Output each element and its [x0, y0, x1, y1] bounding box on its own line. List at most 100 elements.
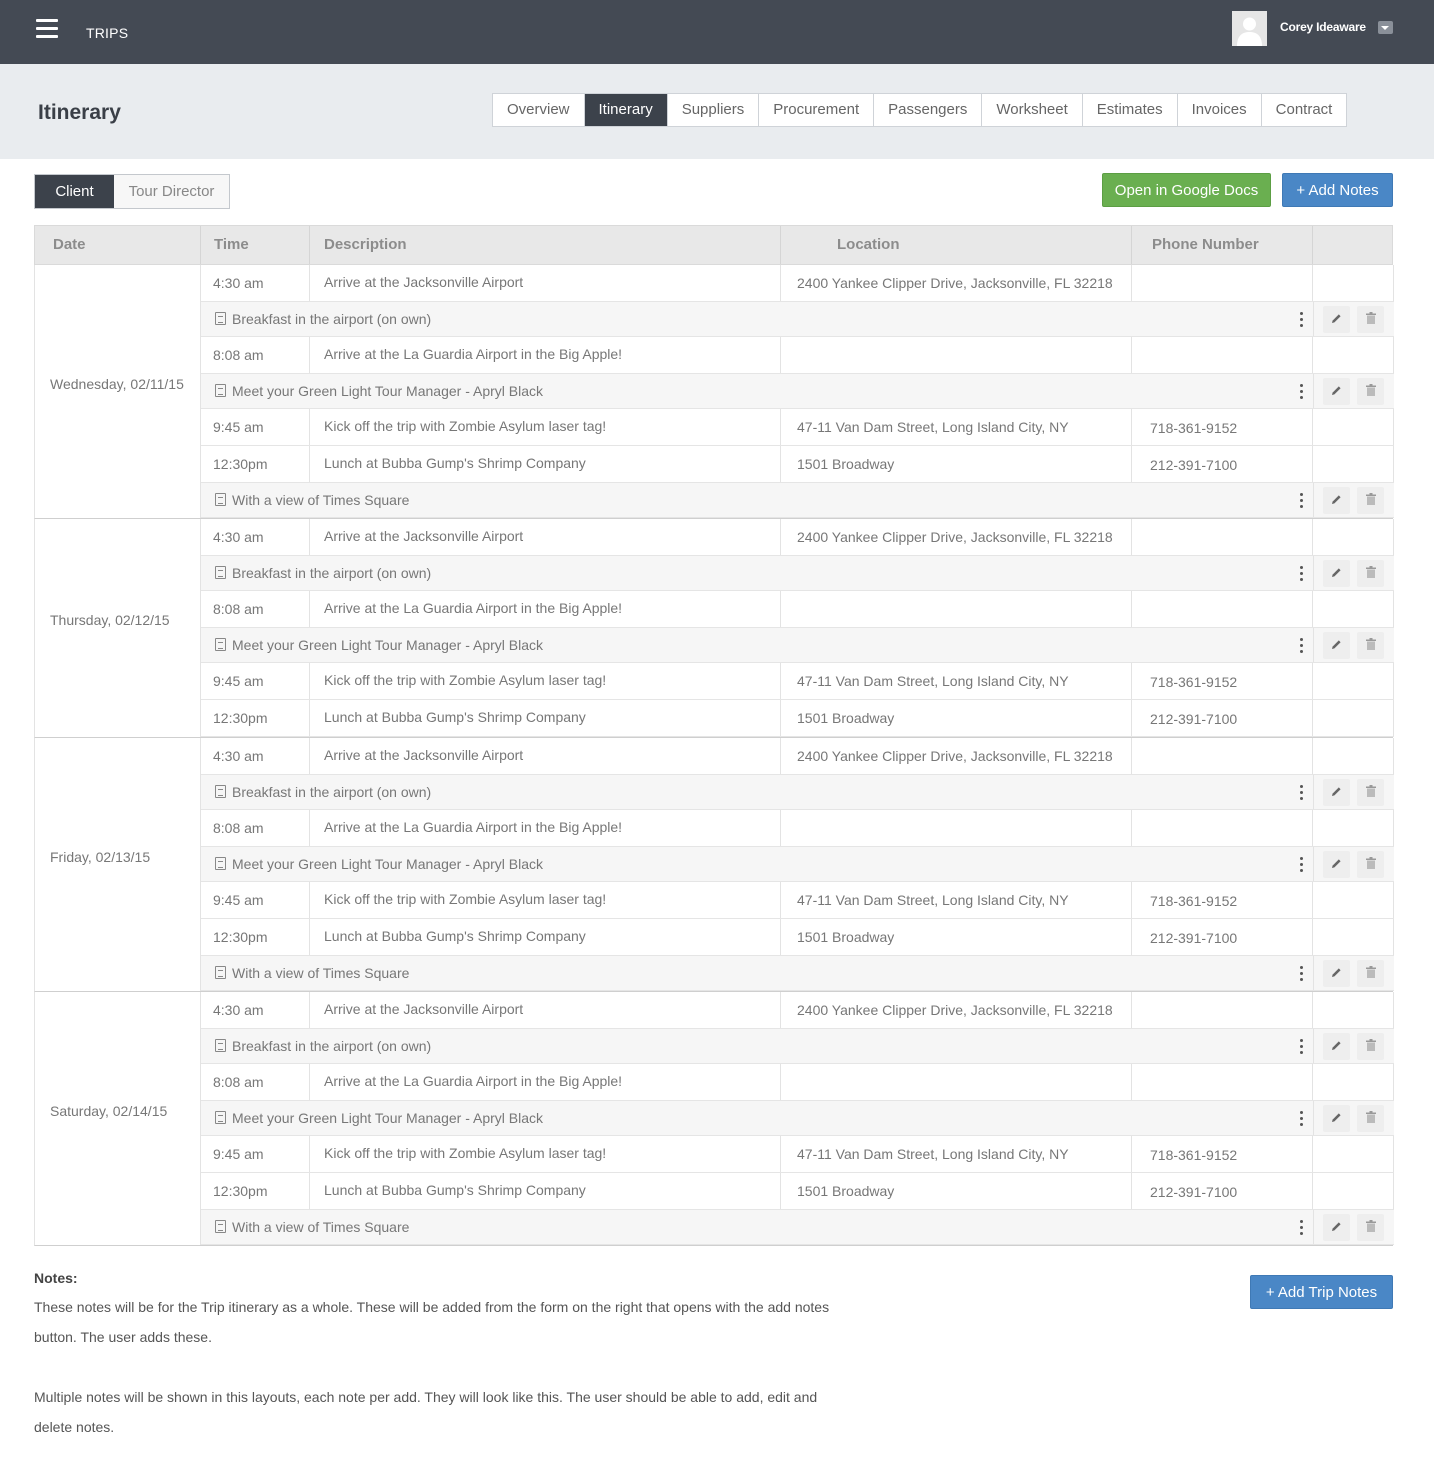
edit-note-button[interactable]	[1323, 1033, 1350, 1060]
event-phone: 212-391-7100	[1132, 1173, 1313, 1209]
delete-note-button[interactable]	[1357, 960, 1384, 987]
day-group: Friday, 02/13/15 4:30 am Arrive at the Jac…	[34, 738, 1394, 992]
note-divider	[1313, 1101, 1314, 1135]
add-notes-button[interactable]: + Add Notes	[1282, 173, 1393, 207]
delete-note-button[interactable]	[1357, 1214, 1384, 1241]
event-location: 2400 Yankee Clipper Drive, Jacksonville,…	[781, 738, 1132, 774]
edit-note-button[interactable]	[1323, 851, 1350, 878]
event-actions-cell	[1313, 1136, 1394, 1172]
delete-note-button[interactable]	[1357, 306, 1384, 333]
note-content: Meet your Green Light Tour Manager - Apr…	[215, 1101, 543, 1136]
note-divider	[1313, 556, 1314, 590]
client-toggle-button[interactable]: Client	[35, 175, 114, 208]
day-group: Thursday, 02/12/15 4:30 am Arrive at the J…	[34, 519, 1394, 738]
tab-contract[interactable]: Contract	[1262, 94, 1347, 126]
tab-procurement[interactable]: Procurement	[759, 94, 875, 126]
kebab-menu-icon[interactable]	[1300, 1220, 1303, 1235]
note-divider	[1313, 302, 1314, 336]
notepad-icon	[215, 493, 226, 506]
hamburger-icon[interactable]	[36, 19, 58, 38]
kebab-menu-icon[interactable]	[1300, 384, 1303, 399]
pencil-icon	[1332, 640, 1341, 649]
event-description: Lunch at Bubba Gump's Shrimp Company	[310, 919, 781, 955]
column-description: Description	[310, 226, 781, 264]
tour-director-toggle-button[interactable]: Tour Director	[114, 175, 229, 208]
event-phone	[1132, 738, 1313, 774]
event-actions-cell	[1313, 337, 1394, 373]
note-row: With a view of Times Square	[201, 1210, 1394, 1245]
tab-estimates[interactable]: Estimates	[1083, 94, 1178, 126]
note-text: With a view of Times Square	[232, 492, 410, 508]
kebab-menu-icon[interactable]	[1300, 493, 1303, 508]
event-time: 9:45 am	[201, 663, 310, 699]
event-time: 12:30pm	[201, 919, 310, 955]
trash-icon	[1365, 638, 1376, 650]
event-description: Kick off the trip with Zombie Asylum las…	[310, 882, 781, 918]
kebab-menu-icon[interactable]	[1300, 785, 1303, 800]
note-divider	[1313, 1210, 1314, 1244]
edit-note-button[interactable]	[1323, 632, 1350, 659]
note-row: Breakfast in the airport (on own)	[201, 302, 1394, 337]
column-phone: Phone Number	[1132, 226, 1313, 264]
delete-note-button[interactable]	[1357, 632, 1384, 659]
event-time: 4:30 am	[201, 265, 310, 301]
event-time: 8:08 am	[201, 810, 310, 846]
event-time: 8:08 am	[201, 591, 310, 627]
note-text: Breakfast in the airport (on own)	[232, 565, 432, 581]
edit-note-button[interactable]	[1323, 1105, 1350, 1132]
event-time: 12:30pm	[201, 700, 310, 736]
edit-note-button[interactable]	[1323, 960, 1350, 987]
tab-itinerary[interactable]: Itinerary	[584, 94, 668, 126]
kebab-menu-icon[interactable]	[1300, 312, 1303, 327]
kebab-menu-icon[interactable]	[1300, 566, 1303, 581]
edit-note-button[interactable]	[1323, 1214, 1350, 1241]
kebab-menu-icon[interactable]	[1300, 1111, 1303, 1126]
kebab-menu-icon[interactable]	[1300, 857, 1303, 872]
trash-icon	[1365, 1111, 1376, 1123]
note-divider	[1313, 847, 1314, 881]
delete-note-button[interactable]	[1357, 779, 1384, 806]
kebab-menu-icon[interactable]	[1300, 1039, 1303, 1054]
notepad-icon	[215, 857, 226, 870]
tab-suppliers[interactable]: Suppliers	[668, 94, 760, 126]
delete-note-button[interactable]	[1357, 1105, 1384, 1132]
user-name[interactable]: Corey Ideaware	[1280, 20, 1366, 34]
event-location: 1501 Broadway	[781, 700, 1132, 736]
open-google-docs-button[interactable]: Open in Google Docs	[1102, 173, 1271, 207]
notes-paragraph: These notes will be for the Trip itinera…	[34, 1299, 830, 1345]
delete-note-button[interactable]	[1357, 487, 1384, 514]
delete-note-button[interactable]	[1357, 851, 1384, 878]
note-row: Breakfast in the airport (on own)	[201, 775, 1394, 810]
tab-overview[interactable]: Overview	[493, 94, 585, 126]
kebab-menu-icon[interactable]	[1300, 638, 1303, 653]
event-time: 8:08 am	[201, 337, 310, 373]
note-text: Meet your Green Light Tour Manager - Apr…	[232, 383, 544, 399]
avatar[interactable]	[1232, 11, 1267, 46]
event-actions-cell	[1313, 409, 1394, 445]
edit-note-button[interactable]	[1323, 378, 1350, 405]
note-text: Breakfast in the airport (on own)	[232, 311, 432, 327]
trash-icon	[1365, 1039, 1376, 1051]
delete-note-button[interactable]	[1357, 378, 1384, 405]
delete-note-button[interactable]	[1357, 1033, 1384, 1060]
tab-worksheet[interactable]: Worksheet	[982, 94, 1083, 126]
delete-note-button[interactable]	[1357, 560, 1384, 587]
event-actions-cell	[1313, 1064, 1394, 1100]
note-content: Breakfast in the airport (on own)	[215, 1029, 431, 1064]
edit-note-button[interactable]	[1323, 779, 1350, 806]
day-group: Saturday, 02/14/15 4:30 am Arrive at the J…	[34, 992, 1394, 1246]
add-trip-notes-button[interactable]: + Add Trip Notes	[1250, 1275, 1393, 1309]
edit-note-button[interactable]	[1323, 560, 1350, 587]
tab-invoices[interactable]: Invoices	[1178, 94, 1262, 126]
event-phone	[1132, 1064, 1313, 1100]
event-location: 47-11 Van Dam Street, Long Island City, …	[781, 663, 1132, 699]
kebab-menu-icon[interactable]	[1300, 966, 1303, 981]
edit-note-button[interactable]	[1323, 487, 1350, 514]
table-row: 4:30 am Arrive at the Jacksonville Airpor…	[201, 738, 1394, 775]
tab-passengers[interactable]: Passengers	[874, 94, 983, 126]
event-location	[781, 810, 1132, 846]
edit-note-button[interactable]	[1323, 306, 1350, 333]
event-phone: 718-361-9152	[1132, 409, 1313, 445]
notepad-icon	[215, 1039, 226, 1052]
caret-down-icon[interactable]	[1378, 21, 1393, 34]
